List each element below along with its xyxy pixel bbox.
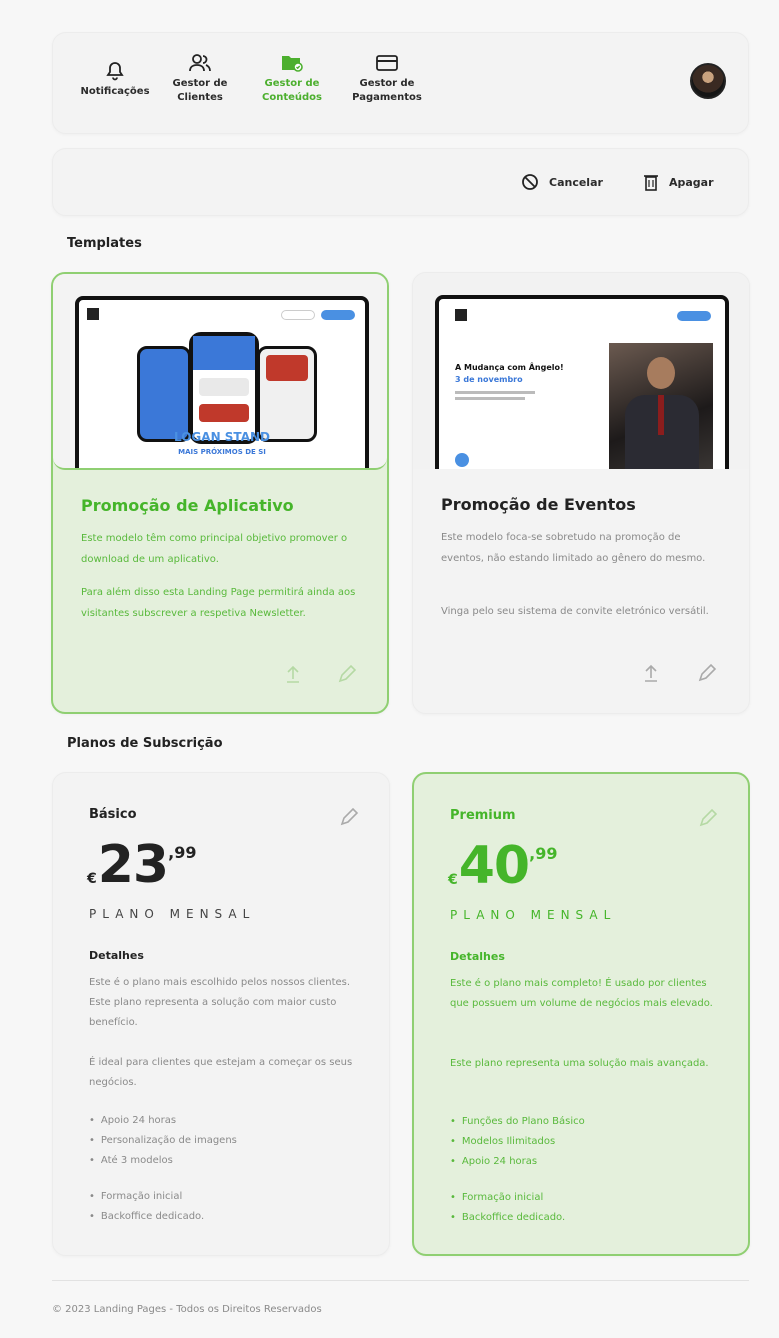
template-thumbnail: A Mudança com Ângelo! 3 de novembro xyxy=(413,273,749,469)
cancel-button[interactable]: Cancelar xyxy=(521,173,603,191)
template-description: Este modelo foca-se sobretudo na promoçã… xyxy=(441,532,706,564)
pencil-icon[interactable] xyxy=(339,807,359,827)
plan-card-basic[interactable]: Básico € 23 ,99 PLANO MENSAL Detalhes Es… xyxy=(52,772,390,1256)
feature-item: Modelos Ilimitados xyxy=(450,1132,585,1152)
feature-item: Apoio 24 horas xyxy=(89,1111,237,1131)
delete-button[interactable]: Apagar xyxy=(643,173,714,191)
template-preview: A Mudança com Ângelo! 3 de novembro xyxy=(435,295,729,469)
template-title: Promoção de Aplicativo xyxy=(81,496,294,515)
cancel-label: Cancelar xyxy=(549,175,603,189)
footer-copyright: © 2023 Landing Pages - Todos os Direitos… xyxy=(52,1304,322,1315)
plan-name: Premium xyxy=(450,808,516,823)
template-description: Este modelo têm como principal objetivo … xyxy=(81,533,348,565)
plan-description: Este é o plano mais escolhido pelos noss… xyxy=(89,977,351,1028)
preview-subheadline: 3 de novembro xyxy=(455,375,523,384)
price-cents: ,99 xyxy=(529,844,558,863)
template-description: Vinga pelo seu sistema de convite eletró… xyxy=(441,606,709,617)
nav-clients[interactable]: Gestor de Clientes xyxy=(159,53,241,105)
feature-item: Formação inicial xyxy=(89,1187,204,1207)
nav-notifications[interactable]: Notificações xyxy=(65,61,165,99)
nav-payments[interactable]: Gestor de Pagamentos xyxy=(341,53,433,105)
pencil-icon[interactable] xyxy=(697,663,717,683)
templates-heading: Templates xyxy=(67,236,142,251)
avatar[interactable] xyxy=(690,63,726,99)
logo-icon xyxy=(87,308,99,320)
block-icon xyxy=(522,174,538,190)
preview-subheadline: MAIS PRÓXIMOS DE SI xyxy=(178,448,266,456)
template-card-events[interactable]: A Mudança com Ângelo! 3 de novembro Prom… xyxy=(412,272,750,714)
feature-list: Apoio 24 horas Personalização de imagens… xyxy=(89,1111,237,1171)
template-card-app[interactable]: LOGAN STAND MAIS PRÓXIMOS DE SI Promoção… xyxy=(51,272,389,714)
preview-headline: LOGAN STAND xyxy=(174,430,270,444)
feature-item: Formação inicial xyxy=(450,1188,565,1208)
plan-period: PLANO MENSAL xyxy=(450,908,617,922)
details-heading: Detalhes xyxy=(89,949,144,962)
nav-label: Conteúdos xyxy=(262,92,322,103)
feature-item: Até 3 modelos xyxy=(89,1151,237,1171)
upload-icon[interactable] xyxy=(643,663,659,683)
price-amount: 23 xyxy=(97,835,169,895)
nav-label: Notificações xyxy=(80,86,150,97)
plan-description: É ideal para clientes que estejam a come… xyxy=(89,1057,353,1088)
feature-item: Personalização de imagens xyxy=(89,1131,237,1151)
plans-heading: Planos de Subscrição xyxy=(67,736,223,751)
feature-list: Formação inicial Backoffice dedicado. xyxy=(89,1187,204,1227)
plan-price: € 40 ,99 xyxy=(448,836,557,896)
pencil-icon[interactable] xyxy=(698,808,718,828)
card-icon xyxy=(376,55,398,71)
template-thumbnail: LOGAN STAND MAIS PRÓXIMOS DE SI xyxy=(53,274,387,470)
plan-period: PLANO MENSAL xyxy=(89,907,256,921)
nav-label: Clientes xyxy=(177,92,223,103)
nav-label: Pagamentos xyxy=(352,92,422,103)
feature-item: Apoio 24 horas xyxy=(450,1152,585,1172)
feature-item: Backoffice dedicado. xyxy=(450,1208,565,1228)
template-preview: LOGAN STAND MAIS PRÓXIMOS DE SI xyxy=(75,296,369,468)
template-title: Promoção de Eventos xyxy=(441,495,636,514)
upload-icon[interactable] xyxy=(285,664,301,684)
plan-name: Básico xyxy=(89,807,137,822)
feature-item: Backoffice dedicado. xyxy=(89,1207,204,1227)
feature-item: Funções do Plano Básico xyxy=(450,1112,585,1132)
nav-content[interactable]: Gestor de Conteúdos xyxy=(249,53,335,105)
preview-headline: A Mudança com Ângelo! xyxy=(455,363,564,372)
users-icon xyxy=(189,54,211,72)
feature-list: Formação inicial Backoffice dedicado. xyxy=(450,1188,565,1228)
nav-label: Gestor de xyxy=(359,78,415,89)
price-currency: € xyxy=(448,872,458,888)
nav-label: Gestor de xyxy=(172,78,228,89)
folder-icon xyxy=(282,56,303,72)
trash-icon xyxy=(644,175,658,191)
price-currency: € xyxy=(87,871,97,887)
footer-divider xyxy=(52,1280,749,1281)
template-description: Para além disso esta Landing Page permit… xyxy=(81,587,356,619)
bell-icon xyxy=(106,62,124,81)
delete-label: Apagar xyxy=(669,175,714,189)
plan-description: Este é o plano mais completo! É usado po… xyxy=(450,978,713,1009)
details-heading: Detalhes xyxy=(450,950,505,963)
plan-description: Este plano representa uma solução mais a… xyxy=(450,1058,709,1069)
feature-list: Funções do Plano Básico Modelos Ilimitad… xyxy=(450,1112,585,1172)
action-bar: Cancelar Apagar xyxy=(52,148,749,216)
speaker-photo xyxy=(609,343,713,469)
plan-price: € 23 ,99 xyxy=(87,835,196,895)
plan-card-premium[interactable]: Premium € 40 ,99 PLANO MENSAL Detalhes E… xyxy=(412,772,750,1256)
nav-label: Gestor de xyxy=(264,78,320,89)
pencil-icon[interactable] xyxy=(337,664,357,684)
top-nav: Notificações Gestor de Clientes Gestor d… xyxy=(52,32,749,134)
logo-icon xyxy=(455,309,467,321)
price-amount: 40 xyxy=(458,836,530,896)
price-cents: ,99 xyxy=(168,843,197,862)
